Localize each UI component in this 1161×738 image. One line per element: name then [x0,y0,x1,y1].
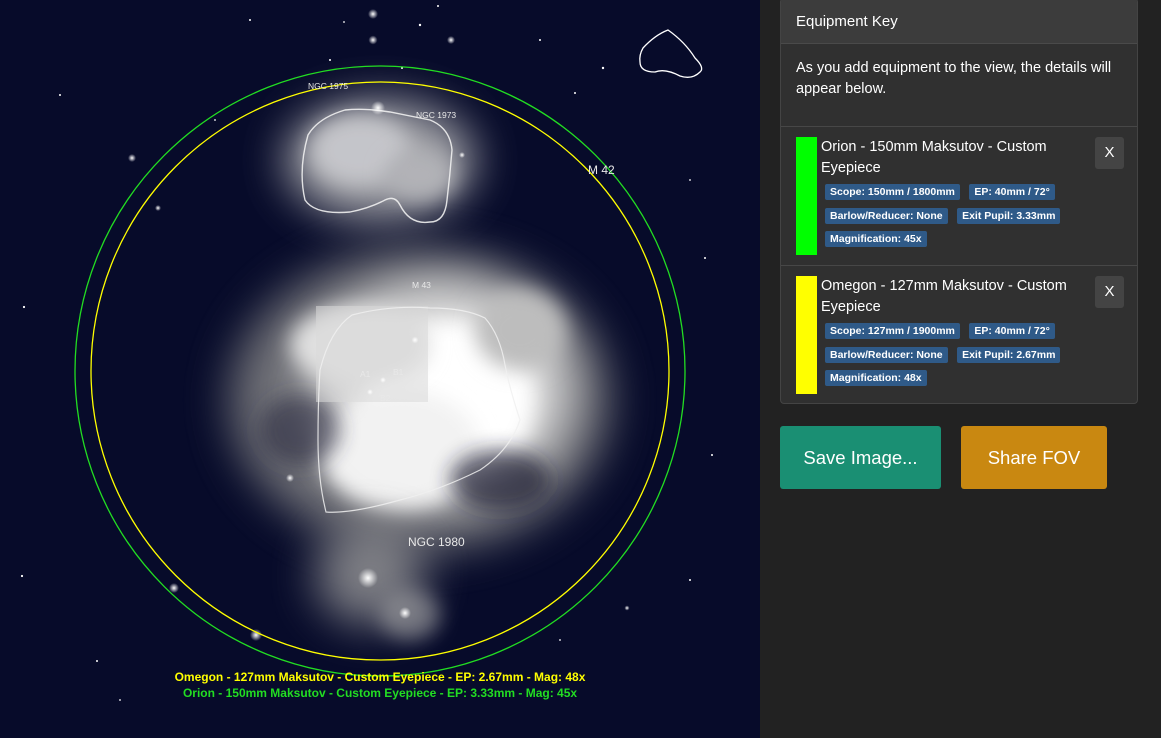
share-fov-button[interactable]: Share FOV [961,426,1107,489]
label-ngc1973: NGC 1973 [416,110,456,120]
label-ngc1975: NGC 1975 [308,81,348,91]
sky-chart: NGC 1975 NGC 1973 M 42 M 43 NGC 1980 B1 … [20,5,713,701]
equipment-title: Orion - 150mm Maksutov - Custom Eyepiece [821,139,1047,176]
remove-equipment-button[interactable]: X [1095,276,1124,308]
label-m42: M 42 [588,163,615,177]
barlow-badge: Barlow/Reducer: None [825,346,948,363]
scope-badge: Scope: 150mm / 1800mm [825,184,960,200]
exit-pupil-badge: Exit Pupil: 2.67mm [957,346,1061,363]
small-region-outline [639,29,703,78]
equipment-key-intro: As you add equipment to the view, the de… [781,44,1137,127]
label-b1: B1 [393,367,404,377]
label-a1: A1 [360,369,371,379]
sky-view[interactable]: NGC 1975 NGC 1973 M 42 M 43 NGC 1980 B1 … [0,0,760,738]
color-swatch [796,137,817,255]
exit-pupil-badge: Exit Pupil: 3.33mm [957,207,1061,224]
fov-label-omegon: Omegon - 127mm Maksutov - Custom Eyepiec… [174,670,586,684]
remove-equipment-button[interactable]: X [1095,137,1124,169]
barlow-badge: Barlow/Reducer: None [825,207,948,224]
equipment-key-panel: Equipment Key As you add equipment to th… [780,0,1138,404]
equipment-badges: Scope: 127mm / 1900mm EP: 40mm / 72° Bar… [825,321,1125,392]
magnification-badge: Magnification: 48x [825,370,927,386]
label-m43: M 43 [412,280,431,290]
equipment-badges: Scope: 150mm / 1800mm EP: 40mm / 72° Bar… [825,182,1125,253]
inset-image [316,306,428,402]
eyepiece-badge: EP: 40mm / 72° [969,184,1055,200]
equipment-title: Omegon - 127mm Maksutov - Custom Eyepiec… [821,278,1067,315]
eyepiece-badge: EP: 40mm / 72° [969,323,1055,339]
equipment-key-title: Equipment Key [781,0,1137,44]
label-ngc1980: NGC 1980 [408,535,465,549]
sidebar: Equipment Key As you add equipment to th… [760,0,1161,738]
label-b2: B2 [380,393,391,403]
equipment-item-omegon: Omegon - 127mm Maksutov - Custom Eyepiec… [781,266,1137,403]
magnification-badge: Magnification: 45x [825,231,927,247]
color-swatch [796,276,817,394]
save-image-button[interactable]: Save Image... [780,426,941,489]
scope-badge: Scope: 127mm / 1900mm [825,323,960,339]
equipment-item-orion: Orion - 150mm Maksutov - Custom Eyepiece… [781,127,1137,266]
fov-label-orion: Orion - 150mm Maksutov - Custom Eyepiece… [182,686,578,700]
